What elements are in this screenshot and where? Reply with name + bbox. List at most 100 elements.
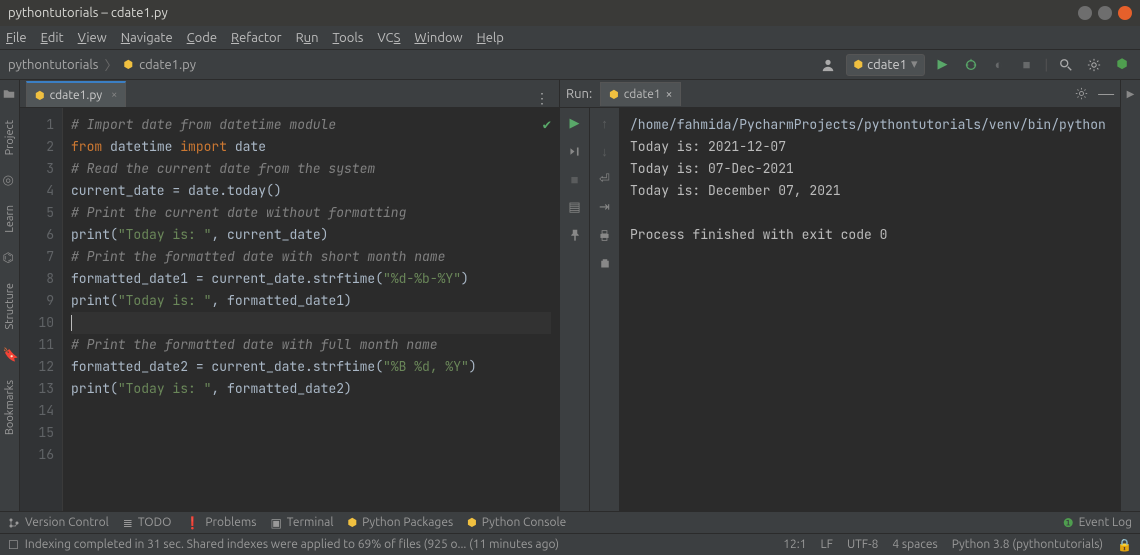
toolbar-right: ⬢ cdate1 ▾ ▶ ◐ ■ | ⬢ [818,54,1132,76]
scroll-up-icon[interactable]: ↑ [596,114,614,132]
inspection-ok-icon[interactable]: ✔ [543,114,551,136]
soft-wrap-icon[interactable]: ⏎ [596,170,614,188]
tool-bookmarks[interactable]: Bookmarks [4,376,16,439]
run-configuration-select[interactable]: ⬢ cdate1 ▾ [846,54,924,76]
list-icon: ≣ [123,516,133,530]
status-interpreter[interactable]: Python 3.8 (pythontutorials) [952,538,1103,551]
structure-icon: ⌬ [3,251,17,265]
print-icon[interactable] [596,226,614,244]
breadcrumb-file[interactable]: cdate1.py [139,58,196,72]
status-bar: ☐ Indexing completed in 31 sec. Shared i… [0,533,1140,555]
breadcrumb-project[interactable]: pythontutorials [8,58,98,72]
run-settings-icon[interactable] [1075,87,1088,100]
window-title: pythontutorials – cdate1.py [8,6,168,20]
scroll-down-icon[interactable]: ↓ [596,142,614,160]
menu-edit[interactable]: Edit [41,31,64,45]
menu-file[interactable]: File [6,31,27,45]
status-caret[interactable]: 12:1 [783,538,806,551]
search-everywhere-icon[interactable] [1056,55,1076,75]
run-panel-label: Run: [566,87,592,101]
tool-python-console[interactable]: ⬢ Python Console [467,516,566,529]
line-gutter: 12345678910111213141516 [20,108,62,511]
folder-icon [3,88,17,102]
editor-tab-label: cdate1.py [50,89,103,102]
menu-view[interactable]: View [78,31,107,45]
run-tool-window: Run: ⬢ cdate1 × — ▶ ■ ▤ [560,80,1120,511]
run-settings-button[interactable] [566,142,584,160]
tool-event-log[interactable]: ❶ Event Log [1063,516,1132,530]
terminal-icon: ▣ [270,516,281,530]
settings-icon[interactable] [1084,55,1104,75]
tool-structure[interactable]: Structure [4,279,16,334]
run-tab[interactable]: ⬢ cdate1 × [600,82,681,106]
status-encoding[interactable]: UTF-8 [847,538,878,551]
status-hide-icon[interactable]: ☐ [8,538,19,552]
tool-terminal[interactable]: ▣ Terminal [270,516,333,530]
status-indent[interactable]: 4 spaces [892,538,937,551]
tool-python-packages[interactable]: ⬢ Python Packages [348,516,454,529]
tool-learn[interactable]: Learn [4,201,16,237]
tool-problems[interactable]: ❗ Problems [185,516,256,530]
ide-updates-icon[interactable]: ⬢ [1112,55,1132,75]
run-body: ▶ ■ ▤ ↑ ↓ ⏎ ⇥ [560,108,1120,511]
run-header: Run: ⬢ cdate1 × — [560,80,1120,108]
layout-button[interactable]: ▤ [566,198,584,216]
status-lock-icon[interactable]: 🔒 [1117,538,1132,552]
python-icon: ⬢ [467,516,477,529]
python-file-icon: ⬢ [35,89,45,102]
window-maximize-button[interactable] [1098,6,1112,20]
python-icon: ⬢ [853,58,863,71]
bookmarks-icon: 🔖 [3,348,17,362]
tab-close-icon[interactable]: × [111,89,117,101]
run-toolbar-primary: ▶ ■ ▤ [560,108,590,511]
editor-tab-cdate1[interactable]: ⬢ cdate1.py × [26,81,126,107]
menu-navigate[interactable]: Navigate [121,31,173,45]
run-button[interactable]: ▶ [933,55,953,75]
debug-button[interactable] [961,55,981,75]
dropdown-icon: ▾ [911,57,918,72]
menu-vcs[interactable]: VCS [377,31,400,45]
window-minimize-button[interactable] [1078,6,1092,20]
tab-overflow-icon[interactable]: ⋮ [531,90,553,107]
navigation-toolbar: pythontutorials 〉 ⬢ cdate1.py ⬢ cdate1 ▾… [0,50,1140,80]
status-linesep[interactable]: LF [821,538,833,551]
code-editor[interactable]: 12345678910111213141516 ✔ # Import date … [20,108,559,511]
window-controls [1078,6,1132,20]
window-close-button[interactable] [1118,6,1132,20]
clear-all-icon[interactable] [596,254,614,272]
menubar: File Edit View Navigate Code Refactor Ru… [0,26,1140,50]
menu-run[interactable]: Run [296,31,319,45]
rerun-button[interactable]: ▶ [566,114,584,132]
tool-version-control[interactable]: Version Control [8,516,109,529]
code-area[interactable]: ✔ # Import date from datetime modulefrom… [62,108,559,511]
hide-tool-window-icon[interactable]: — [1098,89,1114,99]
stop-run-button[interactable]: ■ [566,170,584,188]
editor-panel: ⬢ cdate1.py × ⋮ 12345678910111213141516 … [20,80,560,511]
bottom-tool-buttons: Version Control ≣ TODO ❗ Problems ▣ Term… [0,511,1140,533]
menu-refactor[interactable]: Refactor [231,31,282,45]
warning-icon: ❗ [185,516,200,530]
tool-project[interactable]: Project [4,116,16,159]
breadcrumb: pythontutorials 〉 ⬢ cdate1.py [8,55,196,74]
balloon-icon: ❶ [1063,516,1074,530]
menu-window[interactable]: Window [414,31,462,45]
user-icon[interactable] [818,55,838,75]
pin-button[interactable] [566,226,584,244]
right-tool-ribbon: ▶ [1120,80,1140,511]
coverage-button[interactable]: ◐ [989,55,1009,75]
scroll-to-end-icon[interactable]: ⇥ [596,198,614,216]
run-tab-label: cdate1 [624,88,661,101]
python-file-icon: ⬢ [123,58,133,71]
menu-tools[interactable]: Tools [333,31,364,45]
tool-todo[interactable]: ≣ TODO [123,516,172,530]
menu-code[interactable]: Code [187,31,217,45]
run-tab-close-icon[interactable]: × [666,88,673,101]
run-tool-ribbon-icon[interactable]: ▶ [1127,88,1135,100]
console-output[interactable]: /home/fahmida/PycharmProjects/pythontuto… [620,108,1120,511]
python-icon: ⬢ [348,516,358,529]
main-area: Project ◎ Learn ⌬ Structure 🔖 Bookmarks … [0,80,1140,511]
stop-button[interactable]: ■ [1017,55,1037,75]
run-toolbar-secondary: ↑ ↓ ⏎ ⇥ [590,108,620,511]
menu-help[interactable]: Help [477,31,504,45]
editor-tabs: ⬢ cdate1.py × ⋮ [20,80,559,108]
